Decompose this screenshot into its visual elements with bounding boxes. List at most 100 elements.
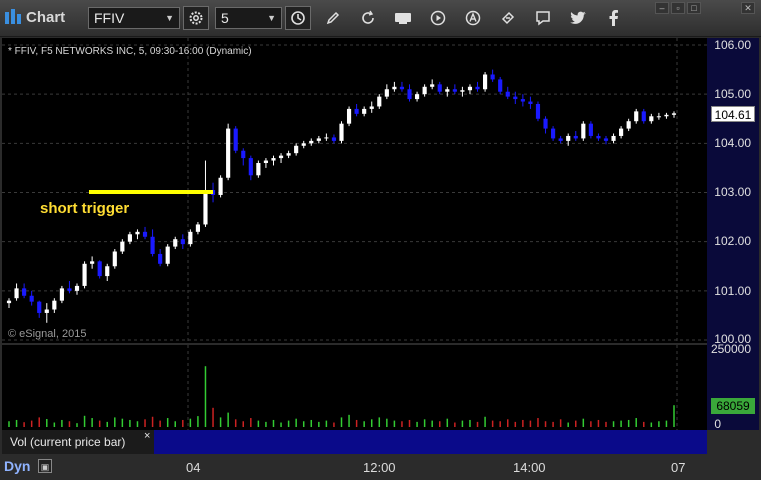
chart-info: * FFIV, F5 NETWORKS INC, 5, 09:30-16:00 … (8, 46, 252, 57)
candle-body (467, 86, 473, 91)
candle-body (535, 104, 541, 119)
twitter-icon (570, 11, 586, 24)
volume-pane[interactable] (2, 345, 707, 430)
twitter-button[interactable] (565, 7, 591, 29)
candle-body (173, 239, 178, 247)
close-button[interactable]: ✕ (741, 2, 755, 14)
candle-body (271, 158, 276, 161)
candle-body (641, 111, 646, 122)
chevron-down-icon: ▼ (267, 13, 276, 23)
candle-body (278, 155, 284, 159)
link-button[interactable] (495, 7, 521, 29)
minimize-button[interactable]: – (655, 2, 669, 14)
candle-body (399, 86, 405, 90)
candle-body (339, 123, 344, 141)
candle-body (596, 135, 601, 139)
time-tick-label: 04 (186, 460, 201, 475)
lock-icon[interactable]: ▣ (38, 459, 52, 473)
candle-body (452, 89, 457, 92)
candle-body (150, 236, 155, 254)
candle-body (105, 266, 110, 277)
refresh-icon (362, 10, 374, 24)
pencil-icon (326, 11, 340, 25)
candle-body (14, 288, 19, 299)
time-tick-label: 14:00 (513, 460, 546, 475)
restore-button[interactable]: ▫ (671, 2, 685, 14)
candle-body (90, 261, 95, 264)
candle-body (82, 263, 87, 286)
short-trigger-line[interactable] (89, 190, 213, 194)
play-icon (430, 10, 446, 26)
candle-body (430, 84, 435, 87)
candle-body (59, 288, 64, 301)
candle-body (188, 231, 193, 245)
settings-button[interactable] (183, 6, 209, 30)
symbol-input[interactable]: FFIV ▼ (88, 7, 180, 29)
candle-body (248, 158, 253, 176)
play-button[interactable] (425, 7, 451, 29)
facebook-button[interactable] (600, 7, 626, 29)
candle-body (6, 300, 12, 304)
candle-body (44, 309, 49, 313)
candle-body (543, 118, 548, 129)
candle-body (165, 246, 170, 264)
candle-body (649, 116, 654, 122)
candle-body (414, 94, 420, 100)
chevron-down-icon: ▼ (165, 13, 174, 23)
refresh-button[interactable] (355, 7, 381, 29)
get-button[interactable] (390, 7, 416, 29)
volume-chart (8, 345, 678, 430)
candle-body (384, 89, 389, 97)
maximize-button[interactable]: □ (687, 2, 701, 14)
candle-body (581, 123, 586, 139)
price-tick-label: 101.00 (714, 284, 751, 298)
time-axis[interactable]: 04 12:00 14:00 07 (0, 456, 761, 480)
candle-body (671, 113, 677, 115)
chat-button[interactable] (530, 7, 556, 29)
alert-button[interactable] (460, 7, 486, 29)
price-axis[interactable]: 106.00 105.00 104.00 103.00 102.00 101.0… (707, 38, 759, 431)
candle-body (475, 86, 480, 90)
gear-icon (189, 11, 203, 25)
candle-body (158, 253, 163, 264)
price-tick-label: 104.00 (714, 136, 751, 150)
candle-body (52, 300, 57, 310)
close-study-icon[interactable]: × (144, 430, 150, 442)
volume-tick-label: 250000 (710, 342, 751, 356)
draw-button[interactable] (320, 7, 346, 29)
candle-body (218, 177, 223, 195)
candle-body (377, 96, 382, 107)
candle-body (407, 89, 412, 100)
candle-body (120, 241, 125, 252)
candle-body (286, 153, 291, 156)
candle-body (664, 114, 669, 117)
candle-body (97, 261, 102, 277)
candle-body (354, 108, 359, 114)
candle-body (551, 128, 556, 139)
candle-body (226, 128, 231, 178)
dynamic-mode-label[interactable]: Dyn (4, 458, 30, 474)
facebook-icon (609, 10, 618, 26)
alert-icon (465, 10, 481, 26)
candle-body (294, 145, 299, 154)
candle-body (241, 150, 246, 159)
candle-body (392, 86, 397, 90)
candle-body (573, 135, 578, 139)
candle-body (445, 89, 450, 92)
candle-body (346, 108, 352, 124)
candle-body (324, 137, 329, 139)
candle-body (437, 84, 442, 92)
study-label[interactable]: Vol (current price bar) (2, 430, 154, 454)
candle-body (505, 91, 510, 97)
interval-value: 5 (221, 10, 229, 26)
candle-body (74, 285, 80, 291)
interval-input[interactable]: 5 ▼ (215, 7, 282, 29)
candle-body (195, 224, 200, 232)
last-price-tag: 104.61 (711, 106, 755, 122)
candle-body (127, 234, 132, 242)
toolbar: Chart FFIV ▼ 5 ▼ – ▫ □ ✕ (0, 0, 761, 37)
time-button[interactable] (285, 6, 311, 30)
candle-body (180, 239, 185, 245)
candle-body (528, 101, 533, 104)
candle-body (603, 138, 609, 141)
